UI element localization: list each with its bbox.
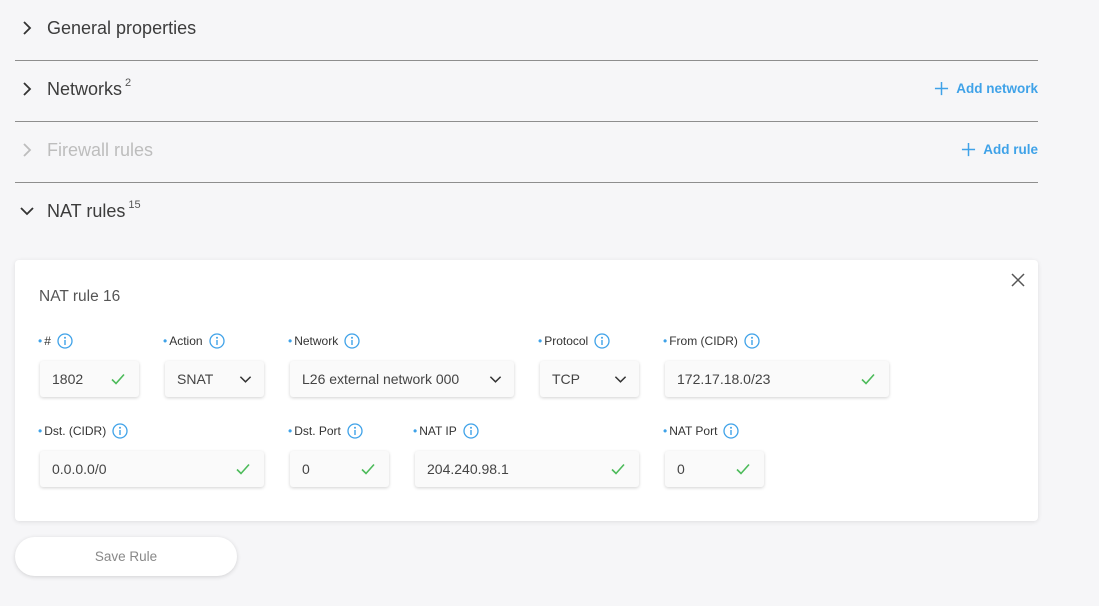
info-icon[interactable] [208, 333, 225, 349]
nat-port-input[interactable]: 0 [665, 451, 764, 487]
nat-port-label: • NAT Port [663, 423, 740, 439]
info-icon[interactable] [744, 333, 760, 349]
from-cidr-input[interactable]: 172.17.18.0/23 [665, 361, 889, 397]
info-icon[interactable] [57, 333, 73, 349]
network-select[interactable]: L26 external network 000 [290, 361, 514, 397]
nat-count: 15 [128, 199, 141, 211]
info-icon[interactable] [594, 333, 610, 349]
number-label: • # [38, 333, 73, 349]
chevron-right-icon[interactable] [19, 81, 35, 97]
close-icon[interactable] [1010, 272, 1026, 288]
section-title: General properties [47, 18, 197, 38]
info-icon[interactable] [112, 423, 128, 439]
save-rule-button[interactable]: Save Rule [15, 537, 237, 576]
add-rule-button[interactable]: Add rule [961, 142, 1038, 157]
section-title: Networks 2 [47, 77, 132, 99]
info-icon[interactable] [463, 423, 479, 439]
number-input[interactable]: 1802 [40, 361, 139, 397]
chevron-down-icon [614, 375, 627, 383]
action-select[interactable]: SNAT [165, 361, 264, 397]
section-networks[interactable]: Networks 2 Add network [15, 61, 1038, 122]
protocol-label: • Protocol [538, 333, 610, 349]
form-title: NAT rule 16 [39, 288, 121, 305]
networks-count: 2 [125, 77, 132, 89]
add-network-button[interactable]: Add network [934, 81, 1038, 96]
chevron-right-icon[interactable] [19, 20, 35, 36]
plus-icon [962, 142, 976, 157]
from-cidr-label: • From (CIDR) [663, 333, 760, 349]
protocol-select[interactable]: TCP [540, 361, 639, 397]
chevron-right-icon[interactable] [19, 142, 35, 158]
chevron-down-icon [489, 375, 502, 383]
section-title: NAT rules 15 [47, 199, 141, 221]
info-icon[interactable] [344, 333, 360, 349]
dst-cidr-input[interactable]: 0.0.0.0/0 [40, 451, 264, 487]
check-icon [861, 373, 875, 385]
chevron-down-icon[interactable] [19, 203, 35, 219]
section-firewall-rules[interactable]: Firewall rules Add rule [15, 122, 1038, 183]
info-icon[interactable] [347, 423, 363, 439]
network-label: • Network [288, 333, 360, 349]
check-icon [111, 373, 125, 385]
section-title: Firewall rules [47, 140, 154, 160]
info-icon[interactable] [723, 423, 740, 439]
check-icon [611, 463, 625, 475]
dst-port-input[interactable]: 0 [290, 451, 389, 487]
action-label: • Action [163, 333, 225, 349]
check-icon [236, 463, 250, 475]
plus-icon [935, 81, 949, 96]
check-icon [736, 463, 750, 475]
nat-ip-input[interactable]: 204.240.98.1 [415, 451, 639, 487]
section-nat-rules[interactable]: NAT rules 15 [15, 183, 1038, 244]
dst-cidr-label: • Dst. (CIDR) [38, 423, 128, 439]
chevron-down-icon [239, 375, 252, 383]
nat-rule-form: NAT rule 16 • # • Action • Network • Protoco… [15, 260, 1038, 521]
section-general-properties[interactable]: General properties [15, 0, 1038, 61]
dst-port-label: • Dst. Port [288, 423, 363, 439]
check-icon [361, 463, 375, 475]
nat-ip-label: • NAT IP [413, 423, 479, 439]
